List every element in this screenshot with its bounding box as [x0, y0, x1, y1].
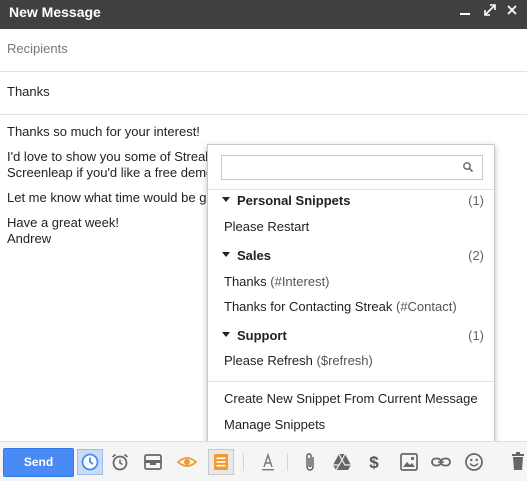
snippet-search-box[interactable]	[221, 155, 483, 180]
link-icon[interactable]	[428, 449, 454, 475]
snippet-search-input[interactable]	[226, 159, 456, 177]
snippet-please-refresh[interactable]: Please Refresh ($refresh)	[224, 353, 486, 373]
recipients-placeholder: Recipients	[7, 41, 68, 56]
toolbar-separator	[243, 453, 244, 471]
snooze-icon[interactable]	[140, 449, 166, 475]
collapse-triangle-icon	[222, 252, 230, 257]
popout-icon[interactable]	[481, 3, 499, 23]
svg-text:$: $	[369, 453, 379, 472]
group-personal-snippets[interactable]: Personal Snippets (1)	[208, 190, 494, 212]
group-support[interactable]: Support (1)	[208, 325, 494, 347]
subject-value: Thanks	[7, 84, 50, 99]
reminder-icon[interactable]	[107, 449, 133, 475]
compose-title: New Message	[9, 4, 101, 20]
popup-divider	[208, 381, 494, 382]
toolbar-separator	[287, 453, 288, 471]
create-snippet-link[interactable]: Create New Snippet From Current Message	[224, 391, 486, 411]
snippet-shortcut: ($refresh)	[316, 353, 373, 368]
group-count: (1)	[468, 193, 484, 208]
group-count: (2)	[468, 248, 484, 263]
body-line: I'd love to show you some of Streak	[7, 149, 207, 164]
snippet-title: Thanks	[224, 274, 267, 289]
compose-toolbar: Send $	[0, 441, 527, 481]
collapse-triangle-icon	[222, 332, 230, 337]
snippet-thanks-for-contacting[interactable]: Thanks for Contacting Streak (#Contact)	[224, 299, 486, 319]
collapse-triangle-icon	[222, 197, 230, 202]
recipients-field[interactable]: Recipients	[0, 29, 527, 72]
subject-field[interactable]: Thanks	[0, 72, 527, 115]
group-name: Support	[237, 328, 287, 343]
tracking-eye-icon[interactable]	[174, 449, 200, 475]
snippet-shortcut: (#Interest)	[270, 274, 330, 289]
send-button[interactable]: Send	[3, 448, 74, 477]
emoji-icon[interactable]	[461, 449, 487, 475]
snippet-please-restart[interactable]: Please Restart	[224, 219, 486, 239]
group-sales[interactable]: Sales (2)	[208, 245, 494, 267]
compose-title-bar[interactable]: New Message	[0, 0, 527, 29]
photo-icon[interactable]	[396, 449, 422, 475]
send-later-icon[interactable]	[77, 449, 103, 475]
money-icon[interactable]: $	[361, 449, 387, 475]
minimize-icon[interactable]	[456, 3, 474, 23]
discard-icon[interactable]	[507, 449, 527, 475]
compose-window: New Message Recipients Thanks Thanks so …	[0, 0, 527, 481]
manage-snippets-link[interactable]: Manage Snippets	[224, 417, 486, 437]
drive-icon[interactable]	[329, 449, 355, 475]
body-line: Thanks so much for your interest!	[7, 124, 200, 139]
snippets-icon[interactable]	[208, 449, 234, 475]
snippet-thanks[interactable]: Thanks (#Interest)	[224, 274, 486, 294]
snippets-popup: Personal Snippets (1) Please Restart Sal…	[207, 144, 495, 444]
formatting-icon[interactable]	[255, 449, 281, 475]
attach-icon[interactable]	[297, 449, 323, 475]
group-name: Personal Snippets	[237, 193, 351, 208]
group-name: Sales	[237, 248, 271, 263]
group-count: (1)	[468, 328, 484, 343]
close-icon[interactable]	[503, 3, 521, 23]
body-line: Screenleap if you'd like a free demo	[7, 165, 207, 180]
snippet-title: Please Refresh	[224, 353, 313, 368]
snippet-title: Thanks for Contacting Streak	[224, 299, 393, 314]
body-line: Let me know what time would be go	[7, 190, 207, 205]
snippet-shortcut: (#Contact)	[395, 299, 457, 314]
search-icon	[463, 162, 474, 173]
snippet-title: Please Restart	[224, 219, 310, 234]
